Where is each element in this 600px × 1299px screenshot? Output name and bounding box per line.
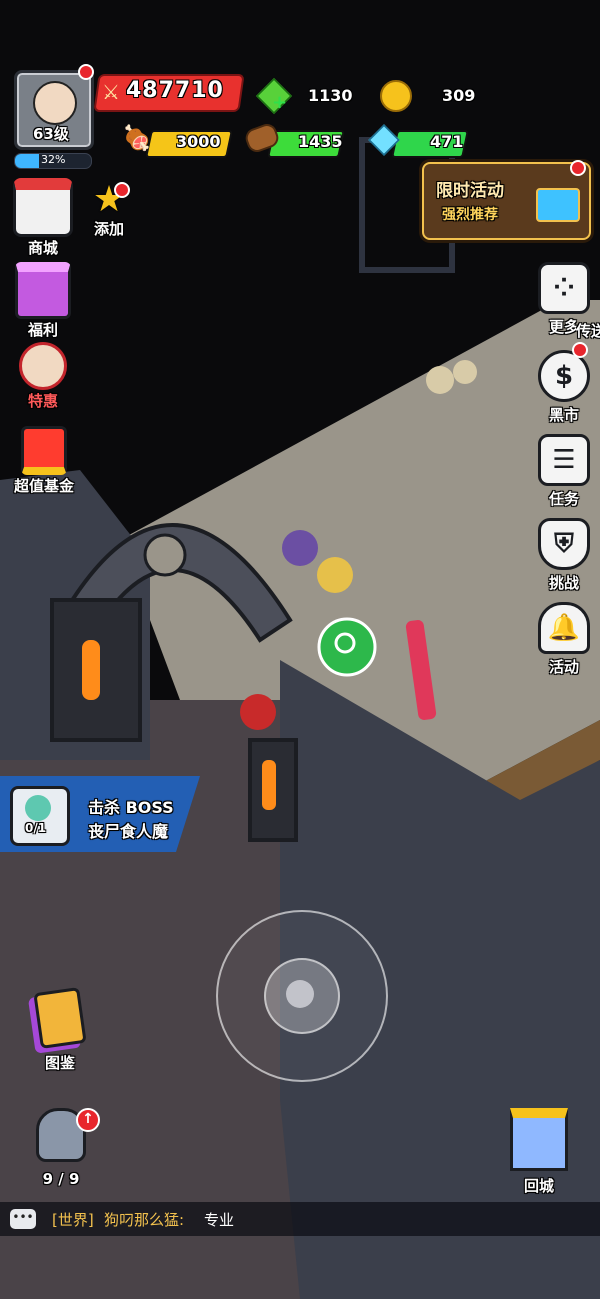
welfare-button[interactable]: 福利	[12, 262, 74, 340]
task-button[interactable]: ☰ 任务	[536, 434, 592, 509]
special-offer-button[interactable]: 特惠	[8, 342, 78, 411]
shop-button[interactable]: 商城	[12, 178, 74, 258]
chat-channel: [世界]	[52, 1211, 94, 1229]
boss-portrait: 0/1	[10, 786, 70, 846]
teleport-label[interactable]: 传送	[576, 320, 600, 341]
limited-event-banner[interactable]: 限时活动 强烈推荐	[422, 162, 591, 240]
bell-icon: 🔔	[538, 602, 590, 654]
add-notification-dot	[114, 182, 130, 198]
add-gem-icon[interactable]: +	[272, 92, 287, 113]
welfare-label: 福利	[27, 321, 58, 339]
black-market-notification-dot	[572, 342, 588, 358]
codex-button[interactable]: 图鉴	[28, 987, 92, 1073]
task-label: 任务	[548, 490, 579, 508]
event-notification-dot	[570, 160, 586, 176]
special-hero-icon	[19, 342, 67, 390]
dice-icon: ⁘	[538, 262, 590, 314]
quest-target: 丧尸食人魔	[88, 822, 169, 841]
shield-icon: ⛨	[538, 518, 590, 570]
castle-icon	[510, 1108, 568, 1171]
upgrade-arrow-icon: ↑	[76, 1108, 100, 1132]
event-title: 限时活动	[436, 181, 504, 201]
chat-message: 专业	[204, 1211, 235, 1229]
crystal-value: 471	[430, 132, 464, 151]
quest-title: 击杀 BOSS	[88, 798, 174, 817]
event-subtitle: 强烈推荐	[442, 207, 498, 223]
activity-button[interactable]: 🔔 活动	[536, 602, 592, 677]
xp-percent: 32%	[41, 153, 66, 166]
shop-icon	[13, 178, 73, 237]
meat-value: 3000	[176, 132, 221, 151]
zombie-ogre-icon	[25, 795, 51, 821]
activity-label: 活动	[548, 658, 579, 676]
joystick-knob	[286, 980, 314, 1008]
task-list-icon: ☰	[538, 434, 590, 486]
return-city-label: 回城	[523, 1177, 554, 1195]
chat-sender: 狗叼那么猛:	[104, 1211, 185, 1229]
combat-power-value: 487710	[126, 78, 224, 103]
fund-label: 超值基金	[13, 477, 74, 495]
card-book-icon	[33, 987, 87, 1049]
dollar-bag-icon: $	[538, 350, 590, 402]
xp-bar: 32%	[14, 153, 92, 169]
avatar-notification-dot	[78, 64, 94, 80]
crossed-swords-icon: ⚔	[102, 80, 120, 104]
return-city-button[interactable]: 回城	[506, 1108, 572, 1196]
challenge-button[interactable]: ⛨ 挑战	[536, 518, 592, 593]
codex-label: 图鉴	[44, 1054, 75, 1072]
value-fund-button[interactable]: 超值基金	[6, 426, 82, 496]
black-market-button[interactable]: $ 黑市	[536, 350, 592, 425]
player-avatar[interactable]: 63级	[14, 70, 94, 150]
wood-value: 1435	[298, 132, 343, 151]
fund-chart-icon	[21, 426, 67, 475]
meat-icon: 🍖	[122, 124, 152, 152]
helmet-count: 9 / 9	[42, 1170, 80, 1188]
challenge-label: 挑战	[548, 574, 579, 592]
shop-label: 商城	[27, 239, 58, 257]
quest-progress: 0/1	[25, 821, 47, 835]
hero-portrait-icon	[33, 81, 77, 125]
treasure-chest-icon	[536, 188, 580, 222]
gift-icon	[15, 262, 71, 319]
add-label: 添加	[93, 220, 124, 238]
chat-bar[interactable]: ••• [世界] 狗叼那么猛: 专业	[0, 1202, 600, 1236]
special-label: 特惠	[27, 392, 58, 410]
gold-coin-icon	[380, 80, 412, 112]
chat-bubble-icon[interactable]: •••	[10, 1209, 36, 1229]
quest-panel[interactable]: 0/1 击杀 BOSS 丧尸食人魔	[0, 776, 200, 852]
black-market-label: 黑市	[548, 406, 579, 424]
gems-value: 1130	[308, 86, 353, 105]
player-level: 63级	[33, 125, 69, 143]
gold-value: 309	[442, 86, 476, 105]
xp-bar-fill	[15, 154, 40, 168]
